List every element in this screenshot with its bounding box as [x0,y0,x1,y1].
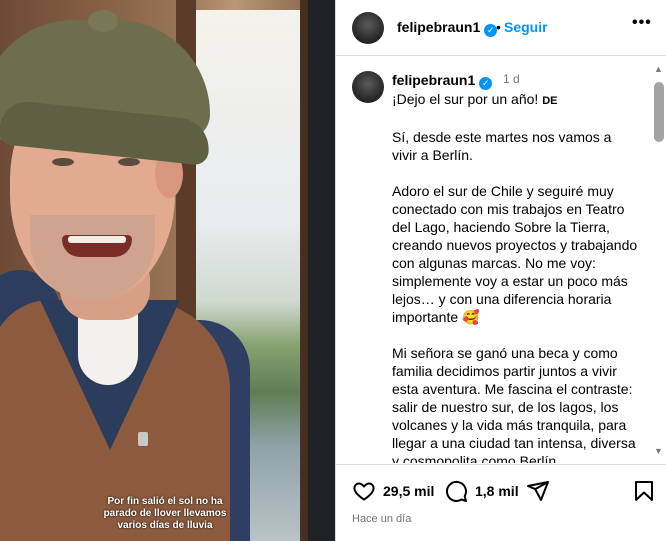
flag-de-icon: DE [542,95,558,107]
scroll-down-icon[interactable]: ▼ [654,446,663,456]
comments-scroll-area[interactable]: felipebraun1 ✓ 1 d ¡Dejo el sur por un añ… [336,57,666,463]
like-count: 29,5 mil [383,483,435,499]
header-username-label[interactable]: felipebraun1 [397,19,480,35]
bookmark-icon[interactable] [632,479,656,503]
comment-count: 1,8 mil [475,483,519,499]
comment-timestamp[interactable]: 1 d [503,72,520,86]
comment-username[interactable]: felipebraun1 ✓ [392,72,493,90]
comment-bubble-icon[interactable] [444,479,468,503]
action-bar: 29,5 mil 1,8 mil Hace un día [336,464,666,541]
post-media[interactable]: Por fin salió el sol no ha parado de llo… [0,0,335,541]
comment-avatar[interactable] [352,71,384,103]
comment-button[interactable]: 1,8 mil [444,479,519,503]
avatar[interactable] [352,12,384,44]
like-button[interactable]: 29,5 mil [352,479,434,503]
media-caption: Por fin salió el sol no ha parado de llo… [103,496,227,531]
share-button[interactable] [526,479,550,503]
caption-paragraph: Adoro el sur de Chile y seguiré muy cone… [392,183,638,325]
heart-icon[interactable] [352,479,376,503]
paper-plane-icon[interactable] [526,479,550,503]
separator-dot: • [496,19,501,35]
post-caption-text: ¡Dejo el sur por un año! DE Sí, desde es… [392,90,640,463]
more-options-icon[interactable]: ••• [632,14,652,32]
comment-username-label[interactable]: felipebraun1 [392,72,475,88]
post-header: felipebraun1 ✓ • Seguir ••• [336,0,666,56]
verified-badge-icon: ✓ [479,77,493,90]
follow-button[interactable]: Seguir [504,19,548,35]
scrollbar-thumb[interactable] [654,82,664,142]
scroll-up-icon[interactable]: ▲ [654,64,663,74]
caption-paragraph: Sí, desde este martes nos vamos a vivir … [392,129,612,163]
caption-paragraph: ¡Dejo el sur por un año! DE [392,91,558,107]
media-edge [308,0,335,541]
header-username[interactable]: felipebraun1 ✓ [397,19,498,37]
save-button[interactable] [632,479,656,503]
post-panel: felipebraun1 ✓ • Seguir ••• felipebraun1 ✓… [335,0,666,541]
post-date[interactable]: Hace un día [352,513,411,525]
caption-paragraph: Mi señora se ganó una beca y como famili… [392,345,636,463]
